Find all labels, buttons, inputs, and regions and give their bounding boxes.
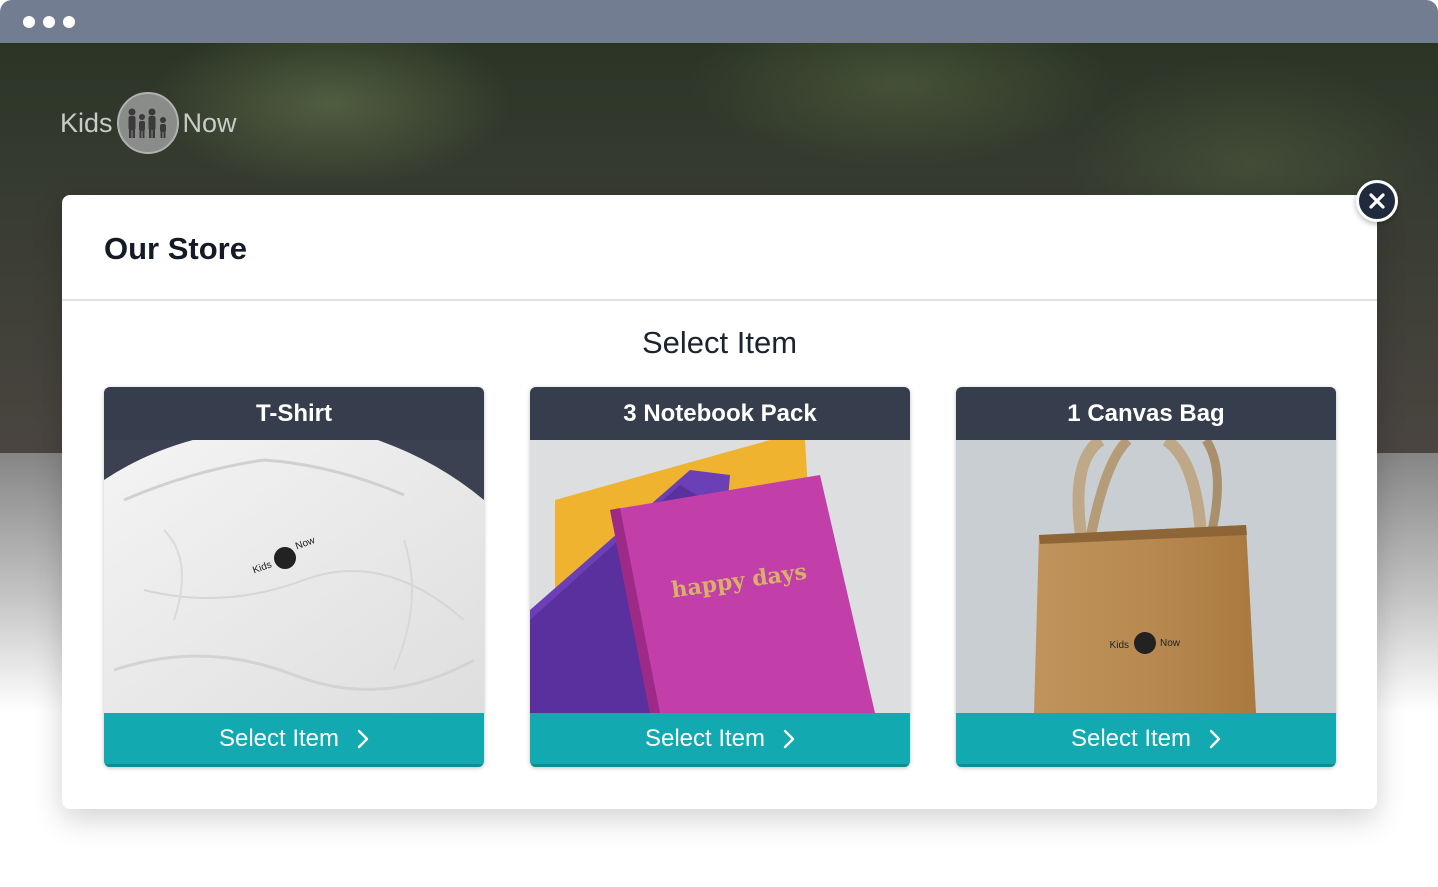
product-card-canvas-bag: Kids Now 1 Canvas Bag Select Item [956,387,1336,767]
canvas-bag-image: Kids Now [956,440,1336,713]
site-logo[interactable]: Kids Now [60,90,237,156]
notebook-image: happy days [530,440,910,713]
select-tshirt-button[interactable]: Select Item [104,713,484,767]
window-control-dot[interactable] [63,16,75,28]
store-modal: Our Store Select Item Kids Now T-Shirt S… [62,195,1377,809]
window-titlebar [0,0,1438,43]
logo-text-now: Now [182,107,237,138]
modal-title: Our Store [104,231,247,266]
window-control-dot[interactable] [43,16,55,28]
product-card-notebook-pack: happy days 3 Notebook Pack Select Item [530,387,910,767]
chevron-right-icon [1209,729,1221,748]
tshirt-image: Kids Now [104,440,484,713]
product-title: 3 Notebook Pack [530,387,910,440]
select-item-heading: Select Item [641,325,798,360]
product-title: T-Shirt [104,387,484,440]
window-control-dot[interactable] [23,16,35,28]
product-title: 1 Canvas Bag [956,387,1336,440]
select-notebook-pack-button[interactable]: Select Item [530,713,910,767]
select-button-label: Select Item [644,724,766,752]
select-canvas-bag-button[interactable]: Select Item [956,713,1336,767]
select-button-label: Select Item [1070,724,1192,752]
bag-print-right: Now [1160,638,1181,649]
chevron-right-icon [783,729,795,748]
close-modal-button[interactable] [1356,180,1398,222]
modal-header: Our Store [62,195,1377,301]
bag-print-left: Kids [1110,640,1129,651]
product-card-tshirt: Kids Now T-Shirt Select Item [104,387,484,767]
logo-text-kids: Kids [60,107,113,138]
close-icon [1369,193,1385,209]
family-icon [116,92,179,154]
browser-window: Kids Now Our Store Select Item Kids Now … [0,0,1438,887]
select-button-label: Select Item [218,724,340,752]
chevron-right-icon [357,729,369,748]
